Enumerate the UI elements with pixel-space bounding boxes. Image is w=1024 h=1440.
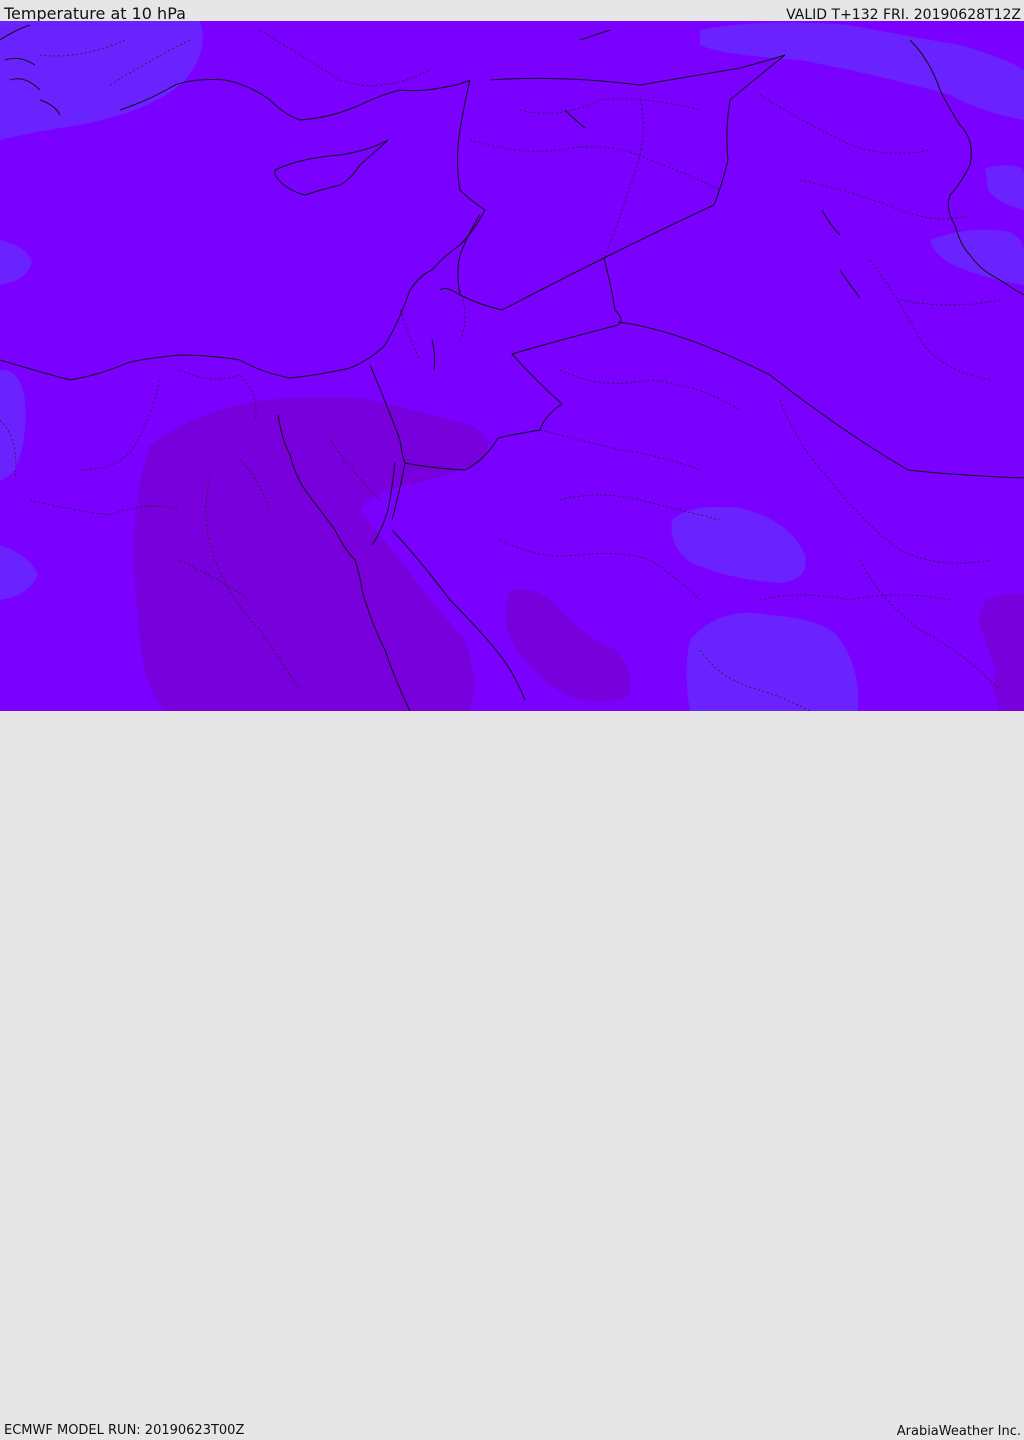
credit-label: ArabiaWeather Inc. xyxy=(896,1424,1021,1439)
footer-bar: ECMWF MODEL RUN: 20190623T00Z ArabiaWeat… xyxy=(0,711,1024,1439)
temperature-map[interactable] xyxy=(0,21,1024,711)
header-bar: Temperature at 10 hPa VALID T+132 FRI. 2… xyxy=(0,0,1024,23)
map-canvas xyxy=(0,21,1024,711)
model-run: ECMWF MODEL RUN: 20190623T00Z xyxy=(4,1423,245,1438)
